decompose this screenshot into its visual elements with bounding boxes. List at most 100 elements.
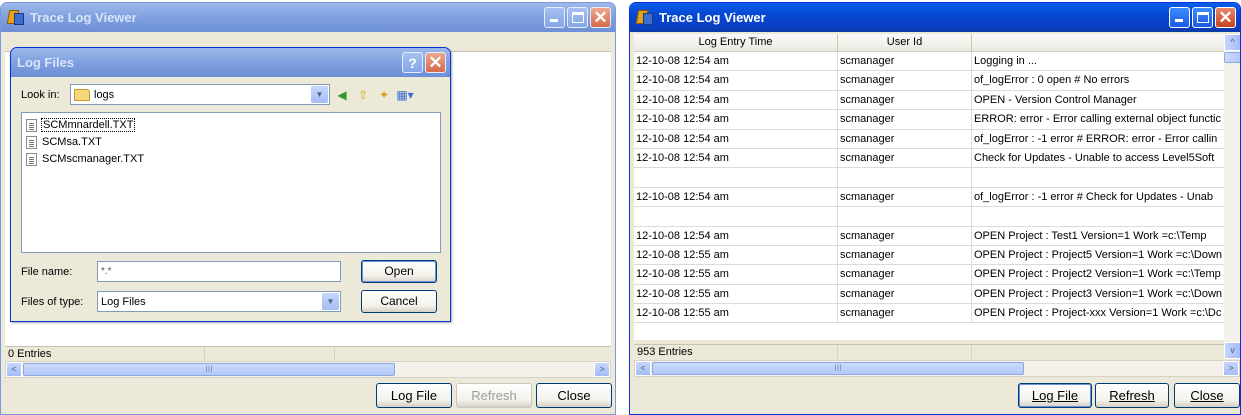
scroll-right-icon[interactable]: > bbox=[1223, 361, 1239, 376]
log-row[interactable]: 12-10-08 12:55 am scmanager OPEN Project :… bbox=[634, 245, 1224, 266]
cell-log-entry-time: 12-10-08 12:55 am bbox=[634, 245, 838, 265]
files-of-type-dropdown[interactable]: Log Files ▼ bbox=[97, 291, 341, 312]
cell-user-id: scmanager bbox=[838, 226, 972, 245]
help-button[interactable]: ? bbox=[402, 52, 423, 73]
log-row[interactable]: 12-10-08 12:54 am scmanager Check for Upda… bbox=[634, 148, 1224, 169]
dialog-close-button[interactable]: ✕ bbox=[425, 52, 446, 73]
cell-message: Logging in ... bbox=[974, 55, 1037, 67]
right-horizontal-scrollbar[interactable]: < III > bbox=[634, 360, 1240, 377]
log-row[interactable]: 12-10-08 12:54 am scmanager Logging in ... bbox=[634, 52, 1224, 72]
log-row[interactable]: 12-10-08 12:54 am scmanager of_logError : … bbox=[634, 129, 1224, 149]
scroll-thumb[interactable]: III bbox=[652, 362, 1024, 375]
maximize-icon bbox=[1197, 12, 1209, 23]
cell-log-entry-time: 12-10-08 12:54 am bbox=[634, 187, 838, 207]
look-in-value: logs bbox=[94, 88, 115, 101]
column-header-message[interactable] bbox=[972, 34, 1224, 51]
cell-log-entry-time: 12-10-08 12:54 am bbox=[634, 148, 838, 168]
log-row[interactable]: 12-10-08 12:55 am scmanager OPEN Project :… bbox=[634, 284, 1224, 305]
close-label: Close bbox=[1190, 388, 1224, 403]
scroll-up-icon[interactable]: ^ bbox=[1224, 34, 1240, 51]
close-button[interactable]: Close bbox=[1174, 383, 1240, 408]
cell-log-entry-time: 12-10-08 12:54 am bbox=[634, 52, 838, 71]
right-status-bar: 953 Entries bbox=[634, 344, 1224, 359]
cell-user-id: scmanager bbox=[838, 148, 972, 168]
scroll-right-icon[interactable]: > bbox=[594, 362, 610, 377]
minimize-button[interactable] bbox=[1169, 7, 1190, 28]
scroll-down-icon[interactable]: v bbox=[1224, 342, 1240, 359]
log-file-button[interactable]: Log File bbox=[1018, 383, 1092, 408]
scroll-left-icon[interactable]: < bbox=[635, 361, 651, 376]
refresh-button[interactable]: Refresh bbox=[1095, 383, 1169, 408]
log-grid[interactable]: 12-10-08 12:54 am scmanager Logging in ...… bbox=[634, 52, 1224, 340]
log-grid-header: Log Entry Time User Id bbox=[634, 34, 1224, 52]
cell-user-id: scmanager bbox=[838, 71, 972, 90]
refresh-label: Refresh bbox=[1109, 388, 1155, 403]
right-trace-log-window: Trace Log Viewer ✕ Log Entry Time User I… bbox=[629, 2, 1241, 415]
maximize-button[interactable] bbox=[567, 7, 588, 28]
back-icon[interactable]: ◀ bbox=[333, 86, 351, 104]
log-row[interactable]: 12-10-08 12:55 am scmanager OPEN Project :… bbox=[634, 265, 1224, 285]
cell-user-id bbox=[838, 168, 972, 187]
cell-log-entry-time: 12-10-08 12:55 am bbox=[634, 284, 838, 304]
new-folder-icon[interactable]: ✦ bbox=[375, 86, 393, 104]
cell-log-entry-time: 12-10-08 12:55 am bbox=[634, 265, 838, 284]
help-icon: ? bbox=[408, 55, 417, 71]
log-row[interactable]: 12-10-08 12:55 am scmanager OPEN Project :… bbox=[634, 304, 1224, 324]
minimize-icon bbox=[550, 19, 558, 22]
column-header-user-id[interactable]: User Id bbox=[838, 34, 972, 51]
close-window-button[interactable]: ✕ bbox=[590, 7, 611, 28]
refresh-button[interactable]: Refresh bbox=[456, 383, 532, 408]
file-name-label: File name: bbox=[21, 265, 73, 278]
close-button[interactable]: Close bbox=[536, 383, 612, 408]
file-item[interactable]: SCMscmanager.TXT bbox=[26, 151, 145, 167]
folder-icon bbox=[74, 88, 90, 101]
cell-message: ERROR: error - Error calling external ob… bbox=[974, 113, 1221, 126]
left-window-title: Trace Log Viewer bbox=[30, 10, 137, 25]
look-in-label: Look in: bbox=[21, 88, 60, 101]
dialog-titlebar[interactable]: Log Files ? ✕ bbox=[11, 48, 450, 77]
cancel-button[interactable]: Cancel bbox=[361, 290, 437, 313]
file-name-input[interactable]: *.* bbox=[97, 261, 341, 282]
log-row[interactable]: 12-10-08 12:54 am scmanager of_logError : … bbox=[634, 187, 1224, 208]
minimize-button[interactable] bbox=[544, 7, 565, 28]
scroll-grip: III bbox=[205, 364, 213, 374]
log-row[interactable]: 12-10-08 12:54 am scmanager of_logError : … bbox=[634, 71, 1224, 91]
cell-message: OPEN - Version Control Manager bbox=[974, 93, 1137, 106]
text-file-icon bbox=[26, 152, 37, 166]
up-folder-icon[interactable]: ⇧ bbox=[354, 86, 372, 104]
right-window-titlebar[interactable]: Trace Log Viewer ✕ bbox=[630, 3, 1240, 32]
log-row[interactable] bbox=[634, 168, 1224, 188]
cell-message: OPEN Project : Test1 Version=1 Work =c:\… bbox=[974, 229, 1207, 242]
log-row[interactable] bbox=[634, 207, 1224, 227]
cell-message: OPEN Project : Project3 Version=1 Work =… bbox=[974, 287, 1223, 300]
scroll-thumb[interactable]: III bbox=[23, 363, 395, 376]
scroll-left-icon[interactable]: < bbox=[6, 362, 22, 377]
close-icon: ✕ bbox=[1218, 8, 1233, 27]
left-window-titlebar[interactable]: Trace Log Viewer ✕ bbox=[1, 3, 615, 32]
log-files-dialog: Log Files ? ✕ Look in: logs ▼ ◀ ⇧ ✦ ▦▾ S… bbox=[10, 47, 451, 322]
cell-log-entry-time: 12-10-08 12:54 am bbox=[634, 129, 838, 148]
cell-user-id: scmanager bbox=[838, 110, 972, 129]
cell-message: OPEN Project : Project-xxx Version=1 Wor… bbox=[974, 307, 1222, 320]
maximize-button[interactable] bbox=[1192, 7, 1213, 28]
file-item[interactable]: SCMmnardell.TXT bbox=[26, 117, 136, 133]
view-menu-icon[interactable]: ▦▾ bbox=[396, 86, 414, 104]
right-entries-count: 953 Entries bbox=[634, 345, 838, 359]
open-button[interactable]: Open bbox=[361, 260, 437, 283]
vertical-scroll-thumb[interactable] bbox=[1224, 52, 1240, 63]
vertical-scrollbar[interactable]: ^ v bbox=[1224, 34, 1240, 359]
look-in-dropdown[interactable]: logs ▼ bbox=[70, 84, 330, 105]
log-row[interactable]: 12-10-08 12:54 am scmanager OPEN - Version… bbox=[634, 90, 1224, 111]
cell-log-entry-time: 12-10-08 12:54 am bbox=[634, 90, 838, 110]
file-item[interactable]: SCMsa.TXT bbox=[26, 134, 103, 150]
column-header-log-entry-time[interactable]: Log Entry Time bbox=[634, 34, 838, 51]
log-file-button[interactable]: Log File bbox=[376, 383, 452, 408]
cell-log-entry-time: 12-10-08 12:55 am bbox=[634, 304, 838, 323]
cell-message: of_logError : -1 error # ERROR: error - … bbox=[974, 132, 1218, 145]
log-row[interactable]: 12-10-08 12:54 am scmanager ERROR: error -… bbox=[634, 110, 1224, 130]
cell-message: of_logError : -1 error # Check for Updat… bbox=[974, 190, 1214, 203]
close-window-button[interactable]: ✕ bbox=[1215, 7, 1236, 28]
log-row[interactable]: 12-10-08 12:54 am scmanager OPEN Project :… bbox=[634, 226, 1224, 246]
file-list[interactable]: SCMmnardell.TXT SCMsa.TXT SCMscmanager.T… bbox=[21, 112, 441, 253]
left-horizontal-scrollbar[interactable]: < III > bbox=[5, 361, 611, 378]
